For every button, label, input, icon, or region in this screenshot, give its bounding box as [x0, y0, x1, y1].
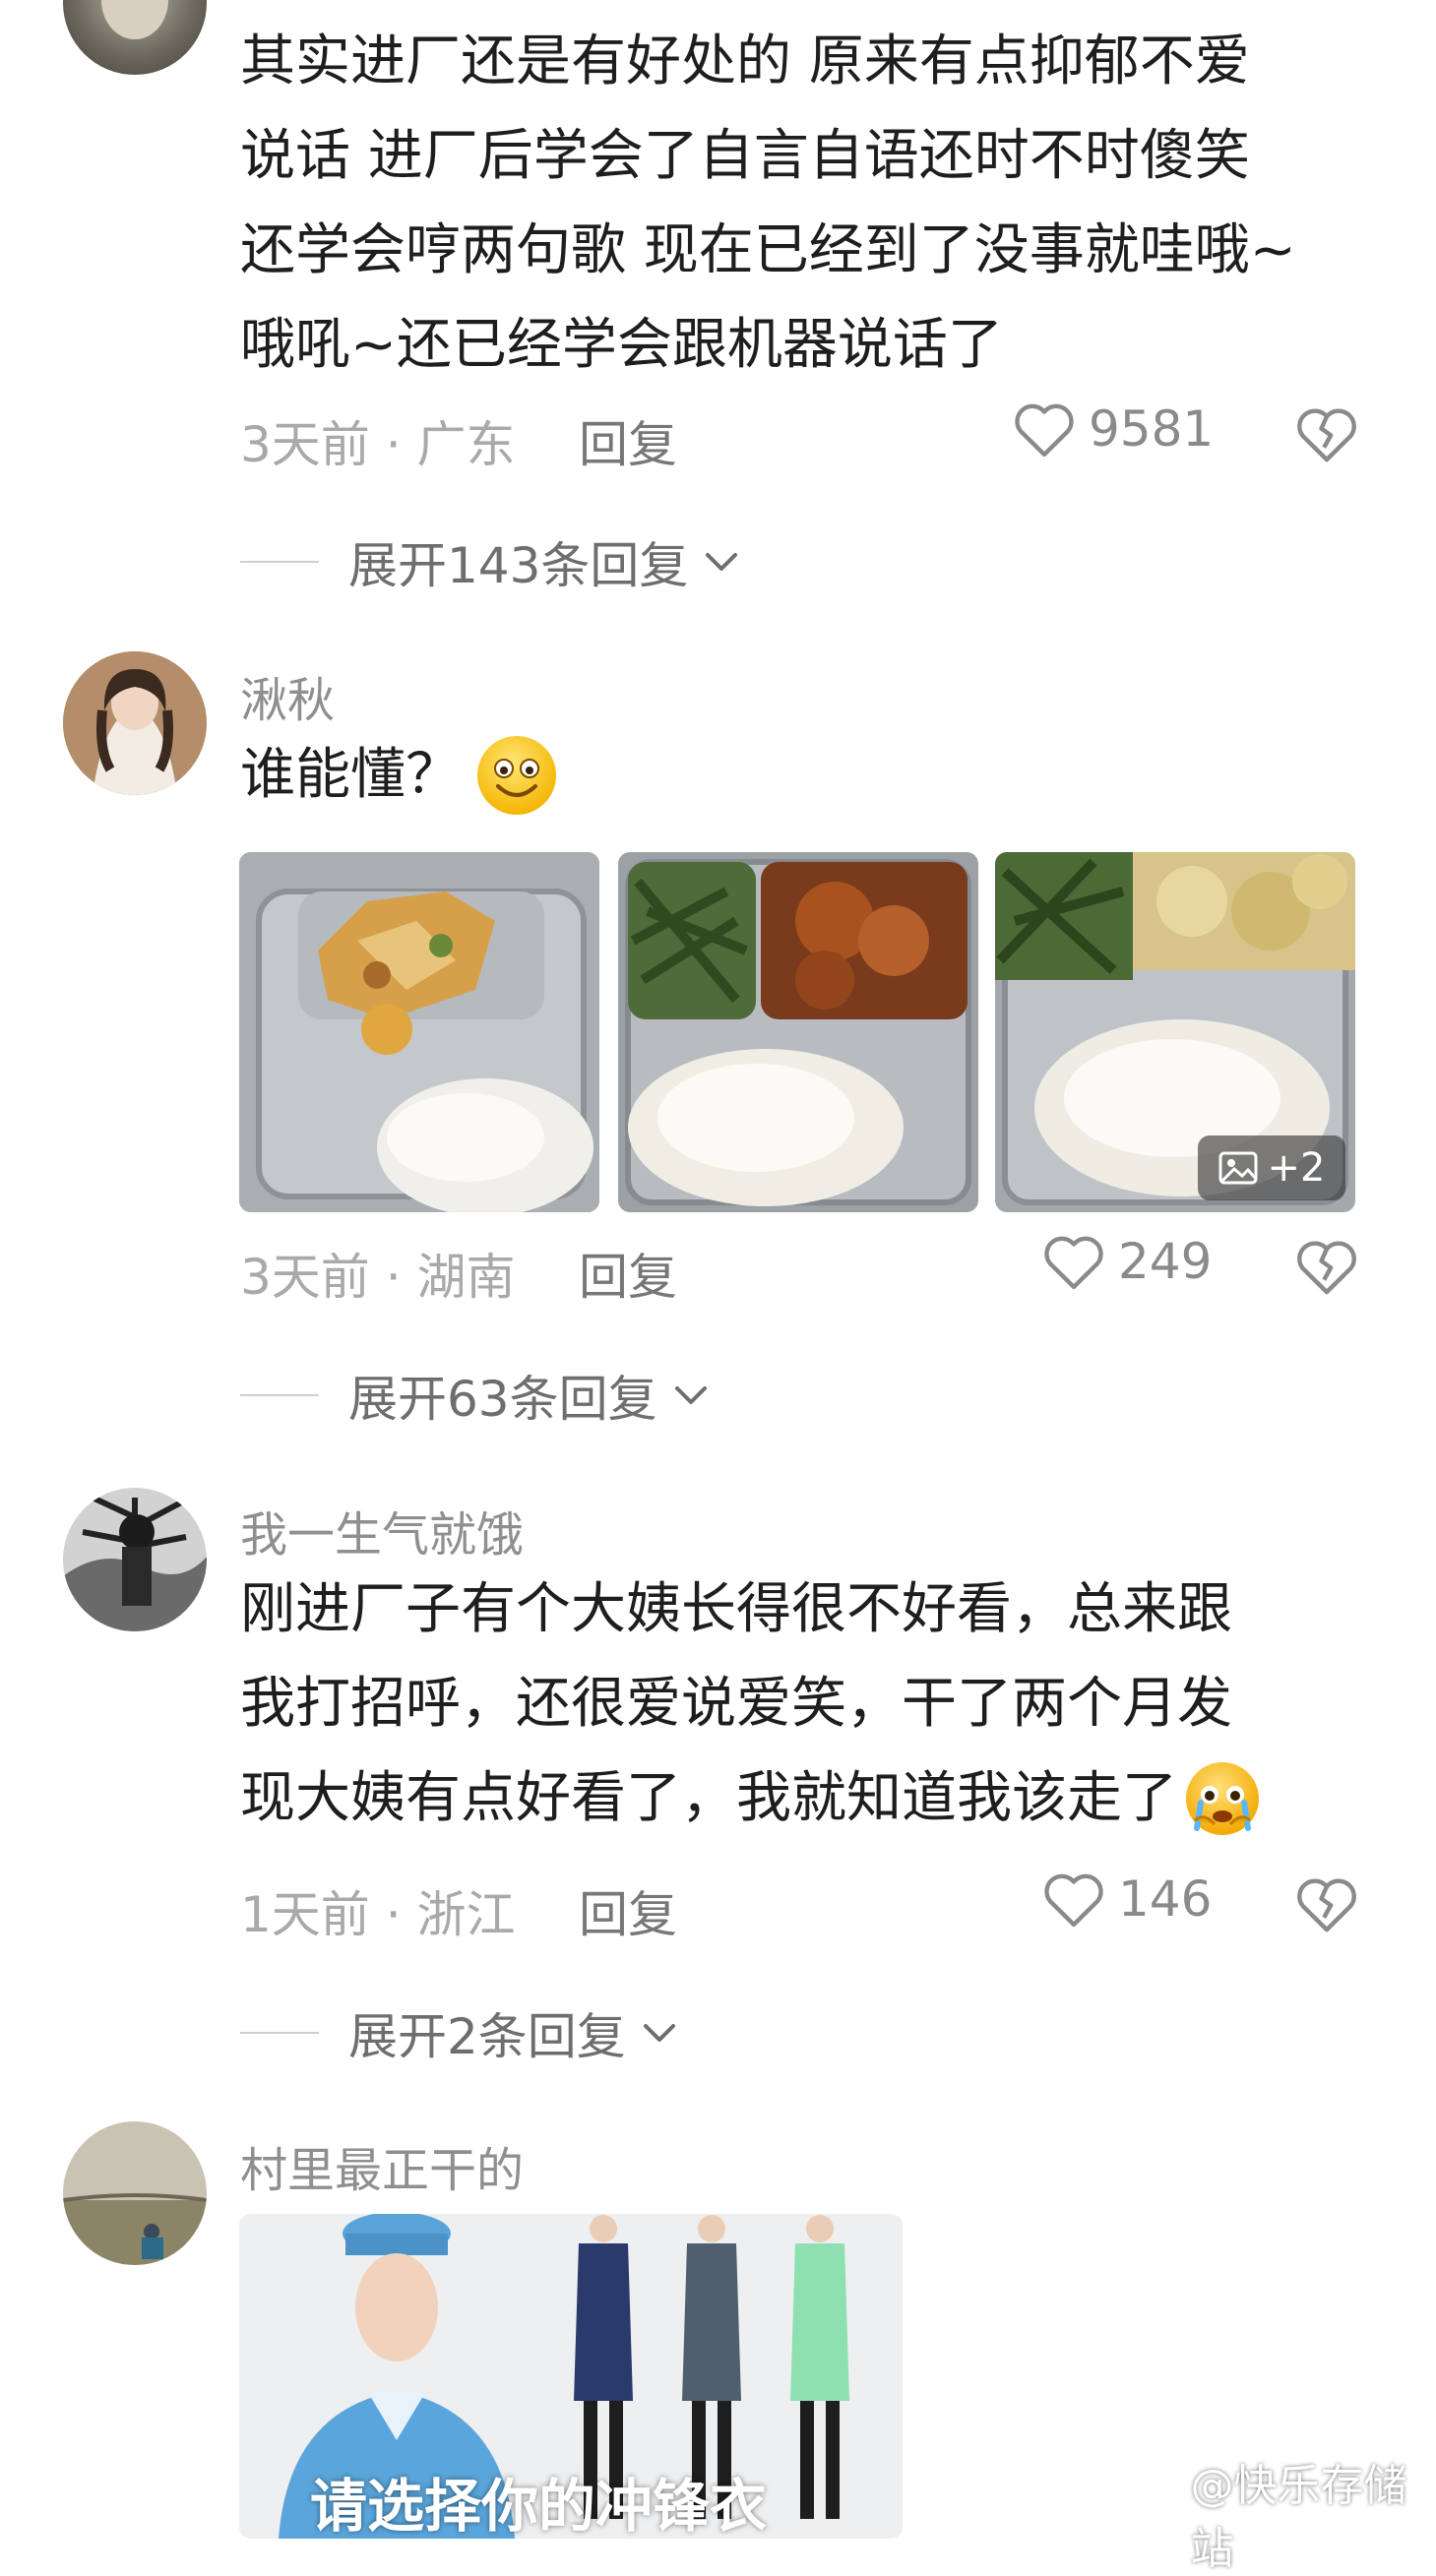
avatar-image: [101, 0, 168, 39]
like-button[interactable]: 146: [1041, 1870, 1212, 1929]
comment-text-line: 哦吼~还已经学会跟机器说话了: [240, 313, 1003, 377]
heart-icon: [1044, 1873, 1103, 1928]
reply-button[interactable]: 回复: [579, 1875, 677, 1946]
photo-1[interactable]: [239, 852, 599, 1212]
broken-heart-icon[interactable]: [1294, 1873, 1359, 1934]
avatar-image: [63, 1488, 207, 1631]
avatar[interactable]: [63, 1488, 207, 1631]
avatar-image: [63, 651, 207, 795]
username[interactable]: 村里最正干的: [240, 2131, 524, 2200]
comment-text-row: 现大姨有点好看了，我就知道我该走了: [240, 1751, 1372, 1846]
expand-replies-label: 展开2条回复: [348, 2008, 626, 2065]
weibo-logo-icon: [1142, 2499, 1181, 2531]
watermark: @快乐存储站: [1142, 2450, 1436, 2576]
like-count: 146: [1118, 1871, 1213, 1928]
avatar-image: [63, 2121, 207, 2265]
broken-heart-icon[interactable]: [1294, 403, 1359, 464]
heart-icon: [1015, 403, 1074, 458]
comment-text-line: 其实进厂还是有好处的 原来有点抑郁不爱: [240, 30, 1250, 93]
reply-button[interactable]: 回复: [579, 1238, 677, 1309]
expand-replies[interactable]: 展开63条回复: [240, 1360, 711, 1431]
expand-replies-label: 展开63条回复: [348, 1371, 657, 1428]
divider-line: [240, 561, 319, 563]
comment-text-line: 现大姨有点好看了，我就知道我该走了: [240, 1766, 1177, 1830]
image-caption: 请选择你的冲锋衣: [310, 2473, 768, 2539]
chevron-down-icon: [643, 2024, 675, 2042]
like-button[interactable]: 9581: [1012, 399, 1214, 459]
divider-line: [240, 2032, 319, 2034]
crying-emoji-icon: [1186, 1762, 1259, 1835]
comment-text: 谁能懂？: [240, 728, 1372, 823]
image-stack-icon: [1218, 1151, 1258, 1185]
avatar[interactable]: [63, 2121, 207, 2265]
expand-replies[interactable]: 展开2条回复: [240, 1997, 679, 2068]
chevron-down-icon: [674, 1386, 707, 1404]
avatar[interactable]: [63, 0, 207, 75]
more-images-badge[interactable]: +2: [1198, 1135, 1345, 1200]
comment-meta: 3天前 · 湖南: [240, 1249, 516, 1306]
like-button[interactable]: 249: [1041, 1232, 1212, 1291]
divider-line: [240, 1394, 319, 1396]
username[interactable]: 湫秋: [240, 661, 335, 730]
comment-text-line: 还学会哼两句歌 现在已经到了没事就哇哦~: [240, 218, 1296, 282]
comment-text-line: 刚进厂子有个大姨长得很不好看，总来跟: [240, 1577, 1232, 1641]
heart-icon: [1044, 1236, 1103, 1290]
comment-meta: 3天前 · 广东: [240, 416, 516, 473]
reply-button[interactable]: 回复: [579, 405, 677, 476]
chevron-down-icon: [706, 553, 738, 571]
photo-3[interactable]: +2: [995, 852, 1355, 1212]
photo-1[interactable]: 请选择你的冲锋衣: [239, 2214, 903, 2539]
food-tray-image: [239, 852, 599, 1212]
food-tray-image: [618, 852, 978, 1212]
watermark-text: @快乐存储站: [1190, 2461, 1407, 2574]
comment-text-line: 我打招呼，还很爱说爱笑，干了两个月发: [240, 1672, 1232, 1736]
smile-emoji-icon: [477, 736, 556, 815]
comment-text: 刚进厂子有个大姨长得很不好看，总来跟 我打招呼，还很爱说爱笑，干了两个月发 现大…: [240, 1563, 1372, 1846]
like-count: 9581: [1089, 400, 1215, 458]
username[interactable]: 我一生气就饿: [240, 1496, 524, 1564]
avatar[interactable]: [63, 651, 207, 795]
like-count: 249: [1118, 1233, 1213, 1290]
expand-replies-label: 展开143条回复: [348, 537, 689, 594]
comment-meta: 1天前 · 浙江: [240, 1886, 516, 1943]
expand-replies[interactable]: 展开143条回复: [240, 526, 741, 597]
comment-text-line: 说话 进厂后学会了自言自语还时不时傻笑: [240, 124, 1250, 188]
comment-text: 其实进厂还是有好处的 原来有点抑郁不爱 说话 进厂后学会了自言自语还时不时傻笑 …: [240, 15, 1372, 393]
more-images-count: +2: [1267, 1145, 1326, 1191]
comment-text-line: 谁能懂？: [240, 743, 461, 807]
broken-heart-icon[interactable]: [1294, 1236, 1359, 1297]
photo-2[interactable]: [618, 852, 978, 1212]
